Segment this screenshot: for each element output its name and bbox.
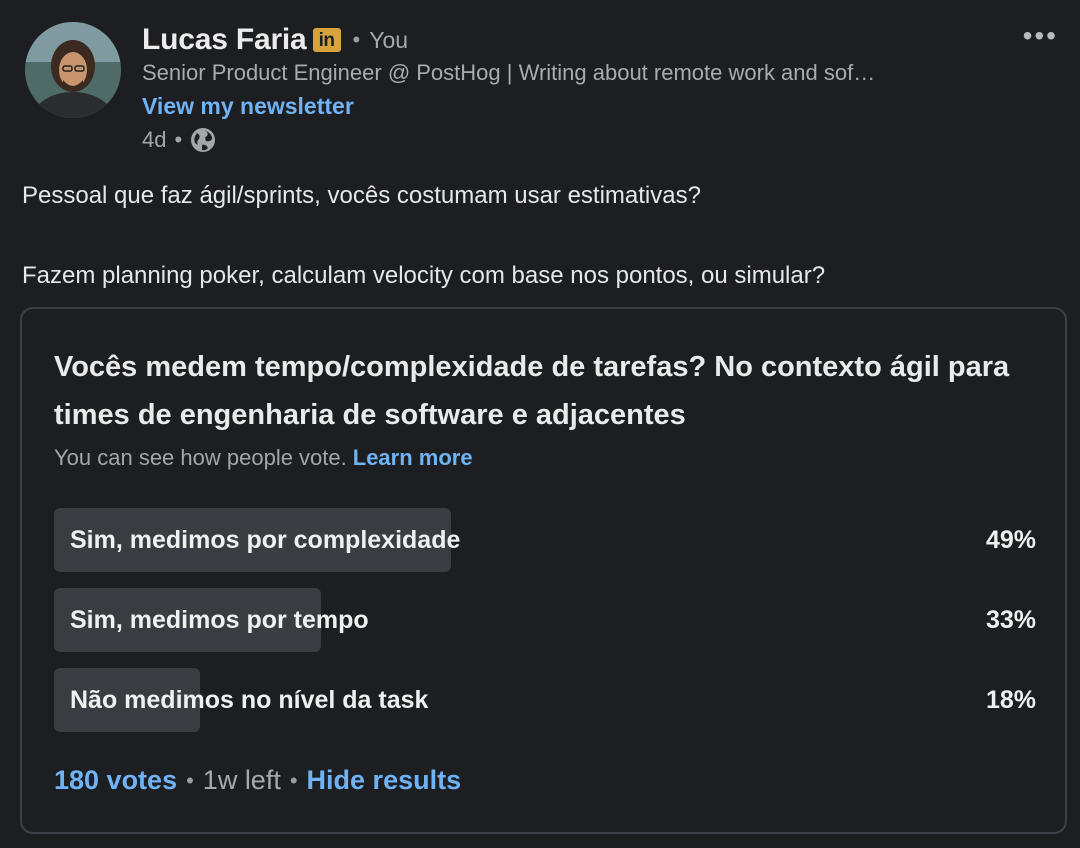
poll-card: Vocês medem tempo/complexidade de tarefa… [20,307,1067,834]
post-body: Pessoal que faz ágil/sprints, vocês cost… [22,176,1062,296]
poll-option[interactable]: Sim, medimos por complexidade 49% [54,508,1036,572]
poll-option-percent: 49% [985,526,1036,554]
view-newsletter-link[interactable]: View my newsletter [142,93,354,120]
post-paragraph: Pessoal que faz ágil/sprints, vocês cost… [22,182,701,209]
poll-question: Vocês medem tempo/complexidade de tarefa… [54,351,1010,431]
poll-option-label: Sim, medimos por tempo [70,606,369,634]
author-headline: Senior Product Engineer @ PostHog | Writ… [142,60,876,85]
avatar[interactable] [25,22,121,118]
poll-visibility-note: You can see how people vote. Learn more [54,445,473,471]
vote-count-link[interactable]: 180 votes [54,765,177,796]
post-paragraph: Fazem planning poker, calculam velocity … [22,262,826,289]
poll-option[interactable]: Sim, medimos por tempo 33% [54,588,1036,652]
separator-dot: • [186,767,194,793]
poll-option-percent: 18% [985,686,1036,714]
globe-icon [191,128,216,152]
author-name[interactable]: Lucas Faria [142,23,307,57]
linkedin-premium-icon: in [312,28,341,52]
poll-time-left: 1w left [202,765,281,795]
poll-visibility-text: You can see how people vote. [54,445,347,470]
poll-option-label: Sim, medimos por complexidade [70,526,461,554]
post-meta: 4d • [142,127,216,153]
hide-results-link[interactable]: Hide results [307,765,462,796]
more-options-icon[interactable]: ••• [1023,20,1058,52]
poll-option-percent: 33% [985,606,1036,634]
separator-dot: • [174,127,183,152]
author-name-row: Lucas Faria in • You [142,22,408,58]
author-relation: You [369,26,409,53]
poll-footer: 180 votes • 1w left • Hide results [54,765,461,796]
separator-dot: • [352,27,361,52]
poll-option[interactable]: Não medimos no nível da task 18% [54,668,1036,732]
separator-dot: • [289,767,298,793]
learn-more-link[interactable]: Learn more [353,445,473,470]
post-age: 4d [142,127,167,152]
poll-option-label: Não medimos no nível da task [70,686,429,714]
